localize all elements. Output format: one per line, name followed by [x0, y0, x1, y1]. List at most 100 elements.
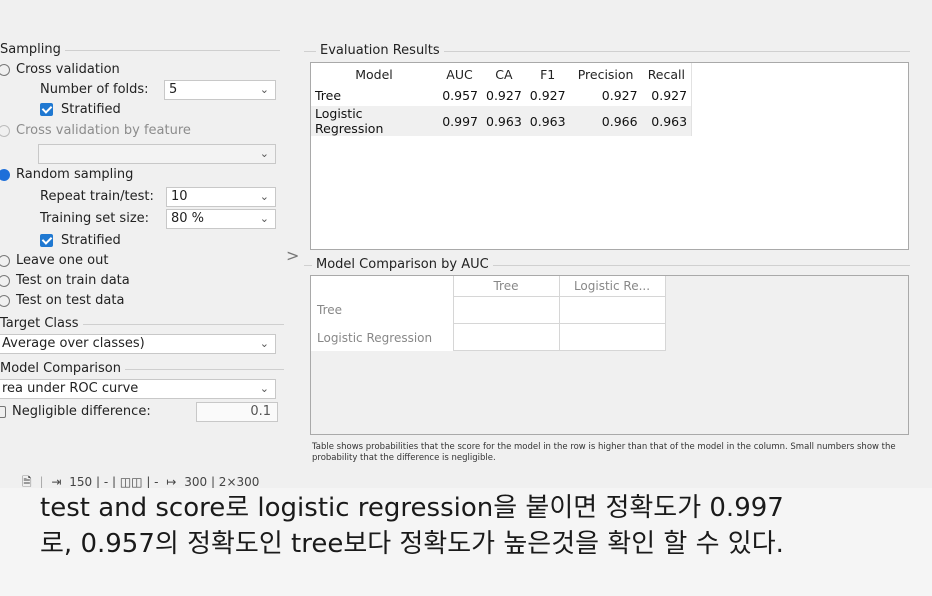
chevron-down-icon: ⌄ — [259, 382, 269, 395]
status-bar: 🗎 | ⇥ 150 | - | ◫◫ | - ↦ 300 | 2×300 — [22, 475, 260, 488]
caption-line-1: test and score로 logistic regression을 붙이면… — [40, 493, 784, 523]
output-summary: 300 | 2×300 — [184, 475, 260, 488]
ca-cell: 0.963 — [482, 106, 526, 136]
model-name-cell: Tree — [315, 88, 342, 103]
checkbox-checked-icon — [40, 234, 53, 247]
checkbox-icon — [0, 405, 6, 418]
document-icon[interactable]: 🗎 — [22, 475, 32, 488]
radio-icon — [0, 294, 10, 307]
random-sampling-label: Random sampling — [16, 167, 134, 182]
repeat-combo[interactable]: 10 ⌄ — [166, 187, 276, 207]
train-size-combo[interactable]: 80 % ⌄ — [166, 209, 276, 229]
chevron-down-icon: ⌄ — [259, 337, 269, 350]
leave-one-out-radio[interactable]: Leave one out — [0, 251, 109, 271]
cv-by-feature-label: Cross validation by feature — [16, 123, 191, 138]
sampling-title: Sampling — [0, 42, 65, 57]
chevron-down-icon: ⌄ — [259, 212, 269, 225]
folds-combo[interactable]: 5 ⌄ — [164, 80, 276, 100]
recall-cell: 0.963 — [641, 106, 693, 136]
precision-cell: 0.966 — [569, 106, 642, 136]
folds-value: 5 — [169, 82, 178, 97]
stratified-label-2: Stratified — [61, 233, 121, 248]
auc-cell: 0.997 — [437, 106, 482, 136]
target-class-combo[interactable]: Average over classes) ⌄ — [0, 334, 276, 354]
column-header[interactable]: CA — [482, 63, 526, 85]
test-and-score-window: Sampling Cross validation Number of fold… — [0, 0, 932, 488]
feature-combo[interactable]: ⌄ — [38, 144, 276, 164]
folds-label: Number of folds: — [40, 82, 149, 97]
chevron-down-icon: ⌄ — [259, 83, 269, 96]
model-name-cell: Logistic Regression — [311, 106, 437, 136]
stratified-checkbox-2[interactable]: Stratified — [40, 231, 121, 251]
radio-selected-icon — [0, 168, 10, 181]
column-header[interactable]: Precision — [570, 63, 642, 85]
comparison-row-label: Tree — [317, 303, 343, 317]
cross-validation-radio[interactable]: Cross validation — [0, 60, 120, 80]
repeat-value: 10 — [171, 189, 188, 204]
comparison-metric-value: rea under ROC curve — [2, 381, 139, 396]
test-on-test-label: Test on test data — [16, 293, 125, 308]
output-icon: ↦ — [166, 475, 177, 488]
caption-line-2: 로, 0.957의 정확도인 tree보다 정확도가 높은것을 확인 할 수 있… — [40, 529, 784, 559]
cross-validation-label: Cross validation — [16, 62, 120, 77]
grid-line — [665, 276, 666, 351]
comparison-grid: Tree Logistic Re... Tree Logistic Regres… — [311, 276, 666, 351]
negligible-spinbox[interactable]: 0.1 — [196, 402, 278, 422]
column-header[interactable]: F1 — [526, 63, 570, 85]
target-class-title: Target Class — [0, 316, 83, 331]
test-on-train-label: Test on train data — [16, 273, 130, 288]
chevron-down-icon: ⌄ — [259, 147, 269, 160]
evaluation-results-grid: Model AUC CA F1 Precision Recall Tree 0.… — [311, 63, 693, 136]
test-on-test-radio[interactable]: Test on test data — [0, 291, 125, 311]
comparison-metric-combo[interactable]: rea under ROC curve ⌄ — [0, 379, 276, 399]
radio-icon — [0, 63, 10, 76]
comparison-column-header: Tree — [493, 279, 519, 293]
grid-line — [453, 350, 665, 351]
table-row[interactable]: Logistic Regression 0.997 0.963 0.963 0.… — [311, 106, 693, 136]
repeat-label: Repeat train/test: — [40, 189, 154, 204]
ca-cell: 0.927 — [486, 88, 522, 103]
recall-cell: 0.927 — [641, 85, 693, 106]
grid-line — [559, 276, 560, 351]
evaluation-title: Evaluation Results — [316, 43, 444, 58]
radio-icon — [0, 254, 10, 267]
radio-icon — [0, 274, 10, 287]
train-size-value: 80 % — [171, 211, 205, 226]
radio-icon — [0, 124, 10, 137]
evaluation-table[interactable]: Model AUC CA F1 Precision Recall Tree 0.… — [310, 62, 909, 250]
settings-panel: Sampling Cross validation Number of fold… — [0, 40, 290, 460]
target-class-value: Average over classes) — [2, 336, 145, 351]
comparison-table[interactable]: Tree Logistic Re... Tree Logistic Regres… — [310, 275, 909, 435]
comparison-row-label: Logistic Regression — [317, 331, 433, 345]
train-size-label: Training set size: — [40, 211, 150, 226]
column-header[interactable]: Model — [311, 63, 437, 85]
cv-by-feature-radio[interactable]: Cross validation by feature — [0, 121, 191, 141]
comparison-note: Table shows probabilities that the score… — [312, 442, 896, 463]
checkbox-checked-icon — [40, 103, 53, 116]
negligible-checkbox[interactable]: Negligible difference: — [0, 402, 151, 422]
precision-cell: 0.927 — [601, 88, 638, 103]
grid-line — [453, 276, 454, 351]
input-icon: ⇥ — [51, 475, 62, 488]
auc-cell: 0.957 — [442, 88, 478, 103]
column-header[interactable]: Recall — [641, 63, 693, 85]
column-header[interactable]: AUC — [437, 63, 482, 85]
chevron-down-icon: ⌄ — [259, 190, 269, 203]
model-comparison-title: Model Comparison — [0, 361, 125, 376]
negligible-label: Negligible difference: — [12, 404, 151, 419]
stratified-checkbox-1[interactable]: Stratified — [40, 100, 121, 120]
comparison-title: Model Comparison by AUC — [312, 257, 493, 272]
test-on-train-radio[interactable]: Test on train data — [0, 271, 130, 291]
f1-cell: 0.963 — [525, 106, 570, 136]
stratified-label-1: Stratified — [61, 102, 121, 117]
f1-cell: 0.927 — [529, 88, 566, 103]
comparison-column-header: Logistic Re... — [573, 279, 651, 293]
leave-one-out-label: Leave one out — [16, 253, 109, 268]
grid-line — [453, 296, 665, 297]
chevron-right-icon[interactable]: > — [286, 246, 299, 265]
caption: test and score로 logistic regression을 붙이면… — [40, 490, 920, 562]
random-sampling-radio[interactable]: Random sampling — [0, 165, 134, 185]
input-summary: 150 | - | ◫◫ | - — [69, 475, 159, 488]
grid-line — [453, 323, 665, 324]
table-row[interactable]: Tree 0.957 0.927 0.927 0.927 0.927 — [311, 85, 693, 106]
